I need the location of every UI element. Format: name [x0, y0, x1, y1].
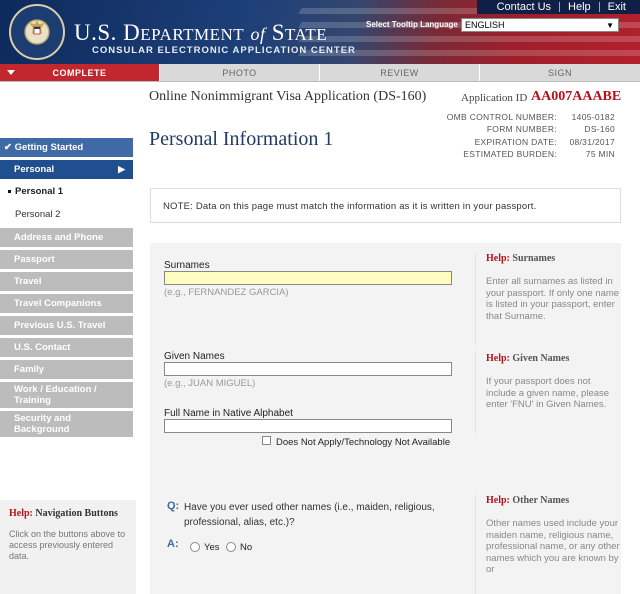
- sidebar-item-personal-2[interactable]: Personal 2: [0, 205, 133, 225]
- help-surnames: Help: Surnames Enter all surnames as lis…: [475, 253, 621, 345]
- yes-label: Yes: [204, 542, 220, 553]
- form-number: FORM NUMBER: DS-160: [486, 124, 615, 135]
- native-name-input[interactable]: [164, 419, 452, 433]
- sidebar-item-label: Personal 1: [15, 186, 64, 197]
- flag-stripe: [298, 36, 640, 42]
- help-link[interactable]: Help: [560, 0, 599, 14]
- given-names-label: Given Names: [164, 351, 225, 362]
- help-surnames-text: Enter all surnames as listed in your pas…: [486, 276, 620, 322]
- site-header: U.S. DEPARTMENT of STATE CONSULAR ELECTR…: [0, 0, 640, 64]
- given-names-hint: (e.g., JUAN MIGUEL): [164, 378, 256, 389]
- help-other-names-text: Other names used include your maiden nam…: [486, 518, 620, 576]
- sidebar-item-label: Security and Background: [14, 413, 72, 435]
- help-other-names: Help: Other Names Other names used inclu…: [475, 495, 621, 594]
- top-links: Contact Us Help Exit: [476, 0, 640, 14]
- sidebar-item-security-background[interactable]: Security and Background: [0, 411, 133, 437]
- tab-label: SIGN: [547, 68, 572, 78]
- navigation-help-box: Help: Navigation Buttons Click on the bu…: [0, 500, 136, 594]
- tooltip-language-select[interactable]: ENGLISH ▼: [461, 18, 619, 32]
- no-label: No: [240, 542, 253, 553]
- native-name-na-label: Does Not Apply/Technology Not Available: [276, 437, 451, 448]
- sidebar-item-previous-us-travel[interactable]: Previous U.S. Travel: [0, 316, 133, 335]
- estimated-burden: ESTIMATED BURDEN: 75 MIN: [463, 149, 615, 160]
- sidebar-item-address-phone[interactable]: Address and Phone: [0, 228, 133, 247]
- surnames-label: Surnames: [164, 260, 210, 271]
- help-given-names: Help: Given Names If your passport does …: [475, 353, 621, 433]
- application-id-label: Application ID: [461, 92, 528, 104]
- sidebar-item-label: Travel: [14, 276, 42, 287]
- sidebar-item-label: Work / Education / Training: [14, 384, 97, 406]
- sidebar-item-travel[interactable]: Travel: [0, 272, 133, 291]
- bullet-icon: [8, 190, 11, 193]
- sidebar-item-us-contact[interactable]: U.S. Contact: [0, 338, 133, 357]
- sidebar-item-label: Personal 2: [15, 209, 61, 220]
- sidebar-item-work-education[interactable]: Work / Education / Training: [0, 382, 133, 408]
- agency-title: U.S. DEPARTMENT of STATE: [74, 20, 328, 45]
- triangle-down-icon: [7, 70, 15, 75]
- eagle-icon: [29, 20, 45, 35]
- other-names-yes-radio[interactable]: [190, 542, 200, 552]
- application-name: Online Nonimmigrant Visa Application (DS…: [149, 89, 427, 104]
- sidebar-item-personal[interactable]: Personal ▶: [0, 160, 133, 179]
- omb-control-number: OMB CONTROL NUMBER: 1405-0182: [446, 112, 615, 122]
- tab-label: REVIEW: [380, 68, 419, 78]
- page-title: Personal Information 1: [149, 128, 334, 150]
- state-department-seal-icon: [9, 4, 65, 60]
- answer-marker: A:: [167, 538, 179, 550]
- exit-link[interactable]: Exit: [600, 0, 634, 14]
- navigation-help-text: Click on the buttons above to access pre…: [9, 529, 126, 561]
- sidebar-item-label: Previous U.S. Travel: [14, 320, 106, 331]
- progress-tabs: COMPLETE PHOTO REVIEW SIGN: [0, 64, 640, 82]
- arrow-right-icon: ▶: [118, 164, 125, 174]
- sidebar-item-label: Personal: [14, 164, 55, 175]
- given-names-input[interactable]: [164, 362, 452, 376]
- personal-info-form: Surnames (e.g., FERNANDEZ GARCIA) Given …: [150, 243, 621, 594]
- checkmark-icon: ✔: [4, 142, 15, 153]
- dropdown-arrow-icon: ▼: [606, 20, 614, 30]
- tab-label: COMPLETE: [52, 68, 107, 78]
- omb-info: OMB CONTROL NUMBER: 1405-0182 FORM NUMBER…: [446, 111, 615, 161]
- expiration-date: EXPIRATION DATE: 08/31/2017: [474, 136, 615, 147]
- help-given-names-title: Help: Given Names: [486, 353, 570, 364]
- native-name-na-checkbox[interactable]: [262, 436, 271, 445]
- passport-note: NOTE: Data on this page must match the i…: [150, 188, 621, 223]
- sidebar-item-getting-started[interactable]: ✔ Getting Started: [0, 138, 133, 157]
- question-marker: Q:: [167, 500, 180, 512]
- surnames-input[interactable]: [164, 271, 452, 285]
- tab-photo[interactable]: PHOTO: [160, 64, 320, 81]
- sidebar-item-family[interactable]: Family: [0, 360, 133, 379]
- tab-label: PHOTO: [222, 68, 257, 78]
- tab-sign[interactable]: SIGN: [480, 64, 640, 81]
- other-names-no-radio[interactable]: [226, 542, 236, 552]
- tooltip-language-label: Select Tooltip Language: [366, 20, 458, 29]
- sidebar-item-label: Getting Started: [14, 142, 84, 153]
- navigation-help-title: Help: Navigation Buttons: [9, 508, 118, 519]
- help-given-names-text: If your passport does not include a give…: [486, 376, 610, 411]
- surnames-hint: (e.g., FERNANDEZ GARCIA): [164, 287, 289, 298]
- other-names-question: Have you ever used other names (i.e., ma…: [184, 502, 435, 528]
- application-id: AA007AAABE: [531, 89, 622, 104]
- native-name-label: Full Name in Native Alphabet: [164, 408, 293, 419]
- help-surnames-title: Help: Surnames: [486, 253, 556, 264]
- help-other-names-title: Help: Other Names: [486, 495, 570, 506]
- contact-us-link[interactable]: Contact Us: [489, 0, 559, 14]
- sidebar-item-travel-companions[interactable]: Travel Companions: [0, 294, 133, 313]
- tab-complete[interactable]: COMPLETE: [0, 64, 160, 81]
- sidebar-item-label: Address and Phone: [14, 232, 104, 243]
- sidebar-item-label: Passport: [14, 254, 55, 265]
- sidebar-nav: ✔ Getting Started Personal ▶ Personal 1 …: [0, 138, 133, 440]
- tab-review[interactable]: REVIEW: [320, 64, 480, 81]
- tooltip-language-value: ENGLISH: [465, 20, 505, 30]
- sidebar-item-label: U.S. Contact: [14, 342, 71, 353]
- sidebar-item-passport[interactable]: Passport: [0, 250, 133, 269]
- sidebar-item-label: Travel Companions: [14, 298, 102, 309]
- sidebar-item-label: Family: [14, 364, 45, 375]
- sidebar-item-personal-1[interactable]: Personal 1: [0, 182, 133, 202]
- agency-subtitle: CONSULAR ELECTRONIC APPLICATION CENTER: [92, 45, 356, 56]
